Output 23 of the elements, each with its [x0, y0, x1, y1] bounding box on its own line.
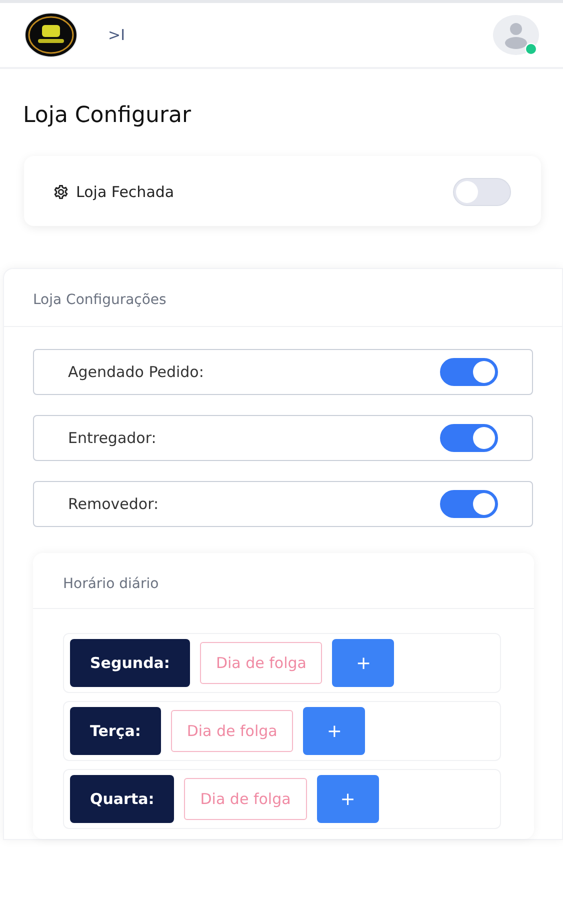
- collapse-button[interactable]: >I: [108, 26, 125, 44]
- logo-icon: [24, 12, 78, 58]
- add-button[interactable]: +: [332, 639, 394, 687]
- toggle-switch[interactable]: [440, 358, 498, 386]
- day-label: Terça:: [70, 707, 161, 755]
- setting-label: Entregador:: [68, 429, 156, 447]
- setting-label: Removedor:: [68, 495, 159, 513]
- day-label: Quarta:: [70, 775, 174, 823]
- day-off-badge: Dia de folga: [200, 642, 322, 684]
- day-label: Segunda:: [70, 639, 190, 687]
- add-button[interactable]: +: [303, 707, 366, 755]
- add-button[interactable]: +: [316, 775, 379, 823]
- toggle-switch[interactable]: [440, 424, 498, 452]
- page-title: Loja Configurar: [23, 103, 192, 128]
- setting-label: Agendado Pedido:: [68, 363, 204, 381]
- day-off-badge: Dia de folga: [170, 710, 294, 752]
- toggle-switch[interactable]: [440, 490, 498, 518]
- schedule-title: Horário diário: [63, 576, 159, 592]
- user-avatar-icon[interactable]: [493, 15, 539, 55]
- gear-icon: [54, 185, 68, 199]
- panel-title: Loja Configurações: [33, 292, 166, 308]
- day-off-badge: Dia de folga: [184, 778, 307, 820]
- store-closed-label: Loja Fechada: [76, 183, 174, 201]
